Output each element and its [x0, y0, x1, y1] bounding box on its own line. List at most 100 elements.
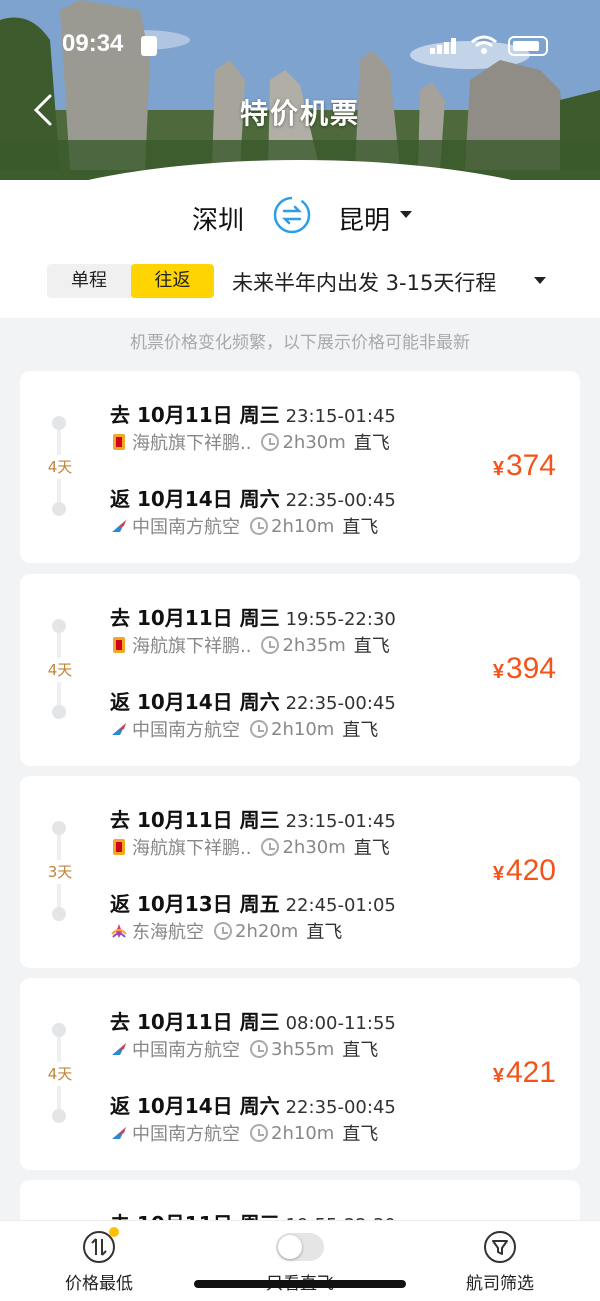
- outbound-date: 10月11日 周三: [136, 1010, 280, 1034]
- return-airline: 东海航空: [132, 922, 204, 943]
- return-prefix: 返: [110, 690, 130, 714]
- return-airline: 中国南方航空: [132, 720, 240, 741]
- chevron-down-icon[interactable]: [534, 277, 546, 284]
- outbound-prefix: 去: [110, 808, 130, 832]
- sort-icon: [83, 1227, 119, 1263]
- clock-icon: [261, 433, 280, 451]
- home-indicator: [194, 1280, 406, 1288]
- tab-oneway[interactable]: 单程: [47, 264, 131, 298]
- return-time: 22:35-00:45: [285, 1097, 396, 1118]
- outbound-info: 海航旗下祥鹏.. 2h30m 直飞: [110, 834, 390, 860]
- price: ¥421: [493, 1056, 556, 1090]
- outbound-info: 海航旗下祥鹏.. 2h35m 直飞: [110, 632, 390, 658]
- return-date: 10月14日 周六: [136, 690, 280, 714]
- flight-card[interactable]: 4天 去 10月11日 周三 23:15-01:45 海航旗下祥鹏.. 2h30m…: [20, 371, 580, 563]
- currency-symbol: ¥: [492, 1065, 504, 1087]
- airline-filter-label: 航司筛选: [466, 1274, 534, 1294]
- outbound-info: 中国南方航空 3h55m 直飞: [110, 1036, 378, 1062]
- china-southern-logo-icon: [112, 723, 126, 735]
- outbound-head: 去 10月11日 周三19:55-22:30: [110, 602, 396, 631]
- departure-city[interactable]: 深圳: [192, 200, 244, 237]
- return-airline: 中国南方航空: [132, 1124, 240, 1145]
- outbound-type: 直飞: [353, 433, 390, 454]
- flight-card[interactable]: 4天 去 10月11日 周三 08:00-11:55 中国南方航空 3h55m 直…: [20, 978, 580, 1170]
- price: ¥420: [493, 854, 556, 888]
- return-info: 中国南方航空 2h10m 直飞: [110, 1120, 378, 1146]
- status-time: 09:34: [62, 30, 124, 57]
- sort-price-button[interactable]: 价格最低: [44, 1227, 154, 1294]
- outbound-date: 10月11日 周三: [136, 403, 280, 427]
- outbound-prefix: 去: [110, 606, 130, 630]
- trip-type-toggle: 单程 往返: [47, 264, 214, 298]
- trip-days: 3天: [42, 860, 78, 884]
- return-info: 东海航空 2h20m 直飞: [110, 918, 342, 944]
- contact-icon: [141, 36, 157, 56]
- outbound-type: 直飞: [342, 1040, 379, 1061]
- outbound-airline: 中国南方航空: [132, 1040, 240, 1061]
- swap-cities-icon[interactable]: [271, 194, 313, 236]
- price-value: 374: [505, 449, 556, 482]
- return-type: 直飞: [306, 922, 343, 943]
- toggle-switch[interactable]: [276, 1233, 324, 1261]
- filter-icon: [484, 1231, 516, 1263]
- return-date: 10月13日 周五: [136, 892, 280, 916]
- clock-icon: [214, 922, 232, 940]
- return-info: 中国南方航空 2h10m 直飞: [110, 716, 378, 742]
- outbound-time: 23:15-01:45: [285, 406, 396, 427]
- return-head: 返 10月14日 周六 22:35-00:45: [110, 1090, 396, 1119]
- return-prefix: 返: [110, 1094, 130, 1118]
- outbound-date: 10月11日 周三: [136, 606, 280, 630]
- return-duration: 2h10m: [271, 718, 335, 740]
- trip-days: 4天: [42, 1062, 78, 1086]
- trip-days: 4天: [42, 658, 78, 682]
- outbound-head: 去 10月11日 周三 08:00-11:55: [110, 1006, 396, 1035]
- return-date: 10月14日 周六: [136, 487, 280, 511]
- chevron-down-icon[interactable]: [400, 211, 412, 218]
- china-southern-logo-icon: [112, 1127, 126, 1139]
- return-info: 中国南方航空 2h10m 直飞: [110, 513, 378, 539]
- return-prefix: 返: [110, 892, 130, 916]
- return-type: 直飞: [342, 517, 379, 538]
- status-bar: 09:34: [0, 30, 600, 62]
- wifi-icon: [471, 35, 497, 54]
- currency-symbol: ¥: [492, 661, 504, 683]
- airline-filter-button[interactable]: 航司筛选: [445, 1231, 555, 1294]
- return-head: 返 10月14日 周六 22:35-00:45: [110, 686, 396, 715]
- arrival-city[interactable]: 昆明: [338, 200, 390, 237]
- return-time: 22:45-01:05: [285, 895, 396, 916]
- outbound-duration: 2h30m: [282, 431, 346, 453]
- price-notice: 机票价格变化频繁，以下展示价格可能非最新: [130, 333, 470, 353]
- china-southern-logo-icon: [112, 520, 126, 532]
- donghai-logo-icon: [111, 924, 127, 938]
- price: ¥374: [493, 449, 556, 483]
- clock-icon: [261, 636, 280, 654]
- flight-card[interactable]: 4天 去 10月11日 周三 19:55-22:30 海航旗下祥鹏.. 2h35m…: [20, 574, 580, 766]
- battery-icon: [508, 36, 548, 56]
- currency-symbol: ¥: [492, 458, 504, 480]
- price-value: 394: [505, 652, 556, 685]
- period-selector[interactable]: 未来半年内出发 3-15天行程: [232, 267, 496, 297]
- outbound-airline: 海航旗下祥鹏..: [132, 636, 252, 657]
- return-head: 返 10月13日 周五 22:45-01:05: [110, 888, 396, 917]
- return-duration: 2h10m: [271, 1122, 335, 1144]
- return-type: 直飞: [342, 720, 379, 741]
- return-type: 直飞: [342, 1124, 379, 1145]
- outbound-time: 08:00-11:55: [285, 1013, 396, 1034]
- return-head: 返 10月14日 周六 22:35-00:45: [110, 483, 396, 512]
- outbound-time: 19:55-22:30: [285, 609, 396, 630]
- price-value: 421: [505, 1056, 556, 1089]
- clock-icon: [250, 1124, 268, 1142]
- outbound-date: 10月11日 周三: [136, 808, 280, 832]
- return-time: 22:35-00:45: [285, 490, 396, 511]
- tab-roundtrip[interactable]: 往返: [131, 264, 214, 298]
- currency-symbol: ¥: [492, 863, 504, 885]
- china-southern-logo-icon: [112, 1043, 126, 1055]
- return-airline: 中国南方航空: [132, 517, 240, 538]
- clock-icon: [250, 517, 268, 535]
- clock-icon: [250, 720, 268, 738]
- page-title: 特价机票: [239, 97, 360, 130]
- signal-icon: [430, 38, 456, 54]
- flight-card[interactable]: 3天 去 10月11日 周三 23:15-01:45 海航旗下祥鹏.. 2h30m…: [20, 776, 580, 968]
- return-duration: 2h20m: [235, 920, 299, 942]
- sort-price-label: 价格最低: [65, 1274, 133, 1294]
